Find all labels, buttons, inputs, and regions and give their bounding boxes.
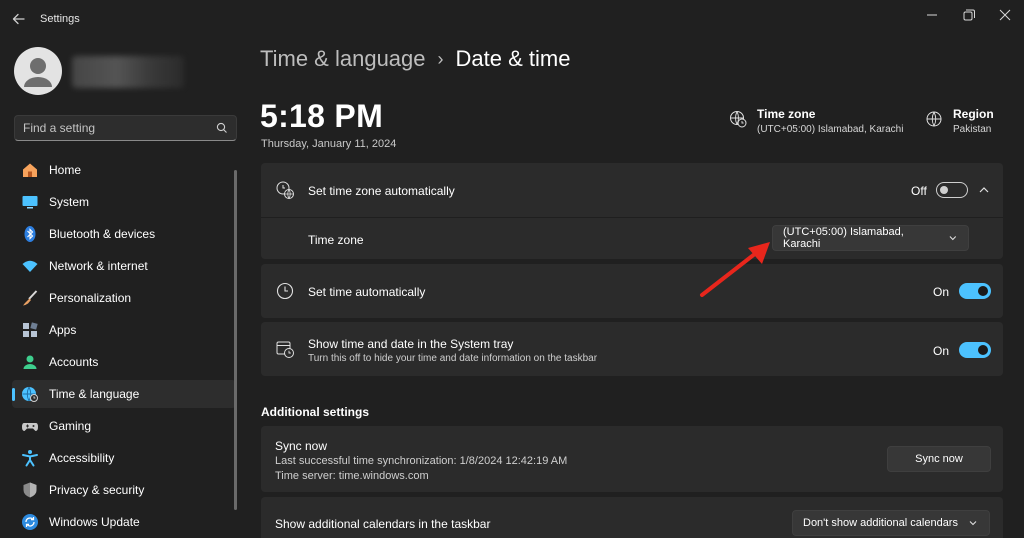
auto-time-title: Set time automatically bbox=[308, 285, 426, 299]
additional-calendars-value: Don't show additional calendars bbox=[803, 517, 958, 529]
current-date: Thursday, January 11, 2024 bbox=[261, 138, 397, 150]
auto-timezone-row[interactable]: Set time zone automatically Off bbox=[261, 163, 1003, 217]
region-info: Region Pakistan bbox=[925, 107, 994, 135]
sidebar-scrollbar[interactable] bbox=[234, 170, 237, 510]
system-tray-title: Show time and date in the System tray bbox=[308, 337, 514, 351]
chevron-down-icon bbox=[949, 236, 957, 241]
sidebar-item-home[interactable]: Home bbox=[12, 156, 236, 184]
back-arrow-icon[interactable] bbox=[10, 10, 28, 28]
auto-timezone-title: Set time zone automatically bbox=[308, 184, 455, 198]
sidebar-item-apps[interactable]: Apps bbox=[12, 316, 236, 344]
timezone-info-value: (UTC+05:00) Islamabad, Karachi bbox=[757, 124, 904, 135]
sidebar-item-label: Accounts bbox=[49, 355, 99, 369]
timezone-card: Set time zone automatically Off Time zon… bbox=[261, 163, 1003, 259]
auto-timezone-toggle[interactable] bbox=[936, 182, 968, 198]
auto-time-toggle[interactable] bbox=[959, 283, 991, 299]
timezone-dropdown-value: (UTC+05:00) Islamabad, Karachi bbox=[783, 226, 904, 250]
sidebar-item-personalization[interactable]: Personalization bbox=[12, 284, 236, 312]
chevron-down-icon bbox=[969, 521, 977, 526]
timezone-dropdown[interactable]: (UTC+05:00) Islamabad, Karachi bbox=[772, 225, 969, 251]
timezone-info-title: Time zone bbox=[757, 107, 816, 121]
region-info-title: Region bbox=[953, 107, 994, 121]
system-tray-state: On bbox=[933, 344, 950, 358]
system-tray-subtitle: Turn this off to hide your time and date… bbox=[308, 353, 598, 364]
monitor-icon bbox=[21, 193, 39, 211]
timezone-info: Time zone (UTC+05:00) Islamabad, Karachi bbox=[729, 107, 903, 135]
close-icon[interactable] bbox=[993, 6, 1017, 24]
region-info-value: Pakistan bbox=[953, 124, 992, 135]
annotation-arrow-icon bbox=[700, 242, 770, 297]
sidebar-item-bluetooth[interactable]: Bluetooth & devices bbox=[12, 220, 236, 248]
sidebar-item-label: Home bbox=[49, 163, 82, 177]
person-silhouette-icon bbox=[24, 58, 52, 87]
breadcrumb: Time & language › Date & time bbox=[260, 46, 570, 72]
timezone-label: Time zone bbox=[308, 233, 364, 247]
search-box[interactable] bbox=[14, 115, 237, 141]
sync-title: Sync now bbox=[275, 439, 328, 453]
sidebar-item-time-language[interactable]: Time & language bbox=[12, 380, 236, 408]
blurred-account-name bbox=[72, 56, 184, 88]
wifi-icon bbox=[21, 257, 39, 275]
globe-clock-icon bbox=[21, 385, 39, 403]
sidebar-item-accessibility[interactable]: Accessibility bbox=[12, 444, 236, 472]
timezone-row: Time zone (UTC+05:00) Islamabad, Karachi bbox=[261, 218, 1003, 259]
sidebar-item-network[interactable]: Network & internet bbox=[12, 252, 236, 280]
last-sync-text: Last successful time synchronization: 1/… bbox=[275, 455, 568, 467]
calendars-card: Show additional calendars in the taskbar… bbox=[261, 497, 1003, 538]
calendar-clock-icon bbox=[275, 339, 295, 359]
globe-clock-icon bbox=[730, 111, 747, 128]
breadcrumb-parent[interactable]: Time & language bbox=[260, 46, 426, 72]
globe-clock-icon bbox=[275, 180, 295, 200]
home-icon bbox=[21, 161, 39, 179]
sidebar-item-label: Gaming bbox=[49, 419, 92, 433]
minimize-icon[interactable] bbox=[920, 6, 944, 24]
bluetooth-icon bbox=[21, 225, 39, 243]
sidebar-nav: Home System Bluetooth & devices Network … bbox=[12, 156, 236, 538]
controller-icon bbox=[21, 417, 39, 435]
sidebar-item-label: Bluetooth & devices bbox=[49, 227, 156, 241]
section-title-additional: Additional settings bbox=[261, 405, 369, 419]
brush-icon bbox=[21, 289, 39, 307]
additional-calendars-title: Show additional calendars in the taskbar bbox=[275, 517, 491, 531]
sidebar-item-label: System bbox=[49, 195, 90, 209]
sidebar-item-system[interactable]: System bbox=[12, 188, 236, 216]
sidebar-item-label: Windows Update bbox=[49, 515, 140, 529]
clock-icon bbox=[275, 281, 295, 301]
current-time: 5:18 PM bbox=[260, 98, 384, 134]
auto-time-state: On bbox=[933, 285, 950, 299]
avatar[interactable] bbox=[14, 47, 62, 95]
sidebar-item-label: Accessibility bbox=[49, 451, 115, 465]
sidebar-item-gaming[interactable]: Gaming bbox=[12, 412, 236, 440]
restore-icon[interactable] bbox=[956, 6, 980, 24]
breadcrumb-chevron-icon: › bbox=[437, 48, 444, 69]
search-icon[interactable] bbox=[216, 122, 228, 134]
sync-now-button[interactable]: Sync now bbox=[887, 446, 991, 472]
sidebar-item-label: Privacy & security bbox=[49, 483, 145, 497]
system-tray-card[interactable]: Show time and date in the System tray Tu… bbox=[261, 322, 1003, 376]
globe-icon bbox=[926, 111, 942, 127]
sidebar-item-windows-update[interactable]: Windows Update bbox=[12, 508, 236, 536]
sidebar-item-privacy[interactable]: Privacy & security bbox=[12, 476, 236, 504]
sidebar-item-label: Personalization bbox=[49, 291, 132, 305]
title-bar: Settings bbox=[0, 0, 1024, 36]
apps-icon bbox=[21, 321, 39, 339]
additional-calendars-dropdown[interactable]: Don't show additional calendars bbox=[792, 510, 990, 536]
chevron-up-icon[interactable] bbox=[978, 185, 990, 195]
sidebar-item-label: Network & internet bbox=[49, 259, 148, 273]
sidebar-item-accounts[interactable]: Accounts bbox=[12, 348, 236, 376]
auto-timezone-state: Off bbox=[911, 184, 927, 198]
system-tray-toggle[interactable] bbox=[959, 342, 991, 358]
sidebar-item-label: Apps bbox=[49, 323, 77, 337]
time-server-text: Time server: time.windows.com bbox=[275, 470, 429, 482]
accessibility-icon bbox=[21, 449, 39, 467]
auto-time-card[interactable]: Set time automatically On bbox=[261, 264, 1003, 318]
shield-icon bbox=[21, 481, 39, 499]
update-icon bbox=[21, 513, 39, 531]
page-title: Date & time bbox=[455, 46, 571, 71]
app-title: Settings bbox=[40, 13, 80, 25]
search-input[interactable] bbox=[23, 121, 216, 135]
person-icon bbox=[21, 353, 39, 371]
sync-card: Sync now Last successful time synchroniz… bbox=[261, 426, 1003, 492]
sidebar-item-label: Time & language bbox=[49, 387, 140, 401]
